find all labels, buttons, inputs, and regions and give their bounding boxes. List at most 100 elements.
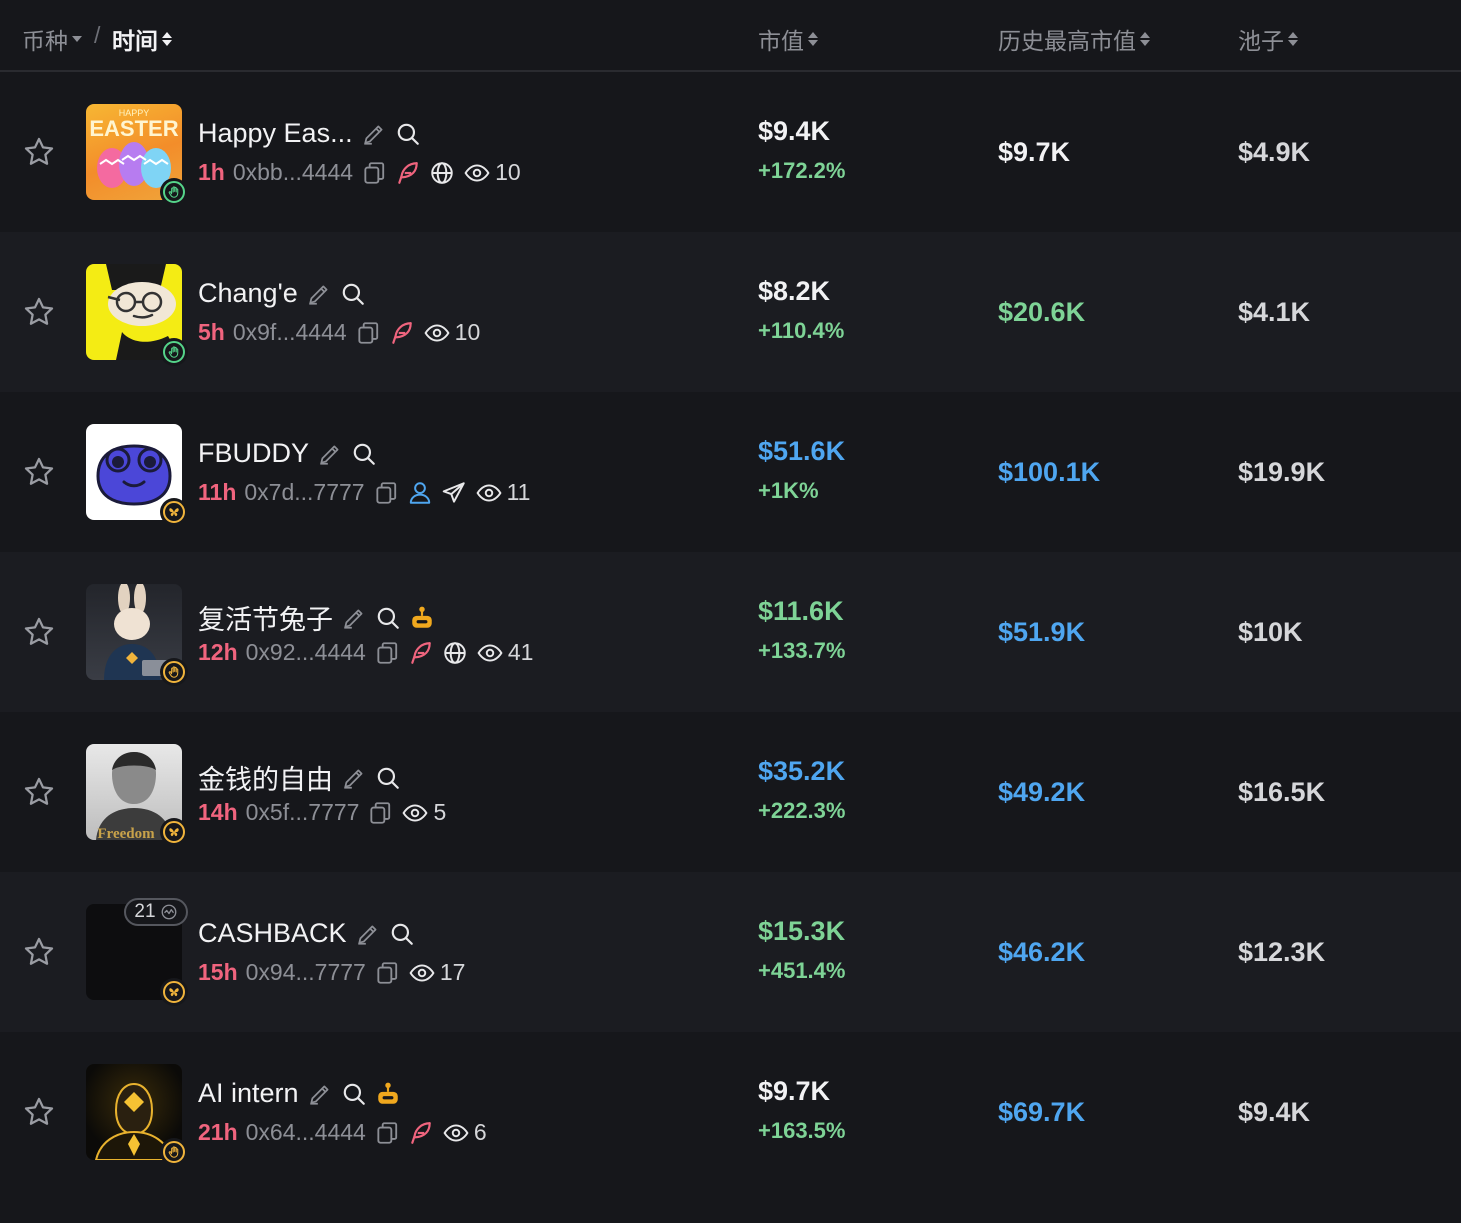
token-address: 0xbb...4444	[232, 159, 354, 185]
star-icon[interactable]	[22, 295, 56, 329]
pool-value: $4.1K	[1238, 297, 1311, 327]
pool-value: $4.9K	[1238, 137, 1311, 167]
ath-header-label: 历史最高市值	[998, 28, 1136, 54]
copy-icon[interactable]	[355, 320, 381, 346]
pool-value: $9.4K	[1238, 1097, 1311, 1127]
token-name[interactable]: 金钱的自由	[198, 758, 333, 797]
time-column-header[interactable]: 时间	[112, 22, 172, 56]
ath-column-header[interactable]: 历史最高市值	[998, 22, 1150, 56]
star-icon[interactable]	[22, 455, 56, 489]
pencil-icon[interactable]	[307, 1081, 333, 1107]
eye-icon	[463, 160, 491, 186]
token-name[interactable]: FBUDDY	[198, 438, 309, 469]
copy-icon[interactable]	[374, 960, 400, 986]
ath-value: $46.2K	[998, 937, 1086, 967]
search-icon[interactable]	[351, 441, 377, 467]
token-name[interactable]: Chang'e	[198, 278, 298, 309]
market-cap-change: +451.4%	[758, 958, 846, 983]
views-count: 5	[401, 799, 446, 826]
star-icon[interactable]	[22, 775, 56, 809]
views-value: 10	[454, 319, 481, 345]
copy-icon[interactable]	[367, 800, 393, 826]
avatar-caption: Freedom	[97, 826, 155, 840]
feather-icon[interactable]	[408, 640, 434, 666]
market-cap-header-label: 市值	[758, 28, 804, 54]
robot-icon	[409, 605, 435, 631]
token-age: 5h	[198, 319, 225, 345]
search-icon[interactable]	[375, 605, 401, 631]
table-row[interactable]: Chang'e 5h 0x9f...4444 10 $8.2K +110.4% …	[0, 232, 1461, 392]
pencil-icon[interactable]	[317, 441, 343, 467]
copy-icon[interactable]	[374, 1120, 400, 1146]
token-age: 15h	[198, 959, 238, 985]
butterfly-badge-icon	[160, 818, 188, 846]
globe-icon[interactable]	[429, 160, 455, 186]
pool-value: $10K	[1238, 617, 1303, 647]
search-icon[interactable]	[389, 921, 415, 947]
token-name[interactable]: Happy Eas...	[198, 118, 353, 149]
chevron-down-icon	[72, 36, 82, 42]
token-address: 0x7d...7777	[244, 479, 365, 505]
token-address: 0x94...7777	[245, 959, 366, 985]
market-cap-value: $9.4K	[758, 116, 831, 146]
search-icon[interactable]	[395, 121, 421, 147]
telegram-icon[interactable]	[441, 480, 467, 506]
ath-value: $69.7K	[998, 1097, 1086, 1127]
star-icon[interactable]	[22, 1095, 56, 1129]
token-name[interactable]: 复活节兔子	[198, 598, 333, 637]
eye-icon	[476, 640, 504, 666]
robot-icon	[375, 1081, 401, 1107]
table-row[interactable]: CASHBACK 15h 0x94...7777 17 $15.3K +451.…	[0, 872, 1461, 1032]
globe-icon[interactable]	[442, 640, 468, 666]
star-icon[interactable]	[22, 615, 56, 649]
pencil-icon[interactable]	[341, 605, 367, 631]
table-row[interactable]: Freedom 金钱的自由 14h 0x5f...7777 5 $35.2K +…	[0, 712, 1461, 872]
pencil-icon[interactable]	[361, 121, 387, 147]
search-icon[interactable]	[375, 765, 401, 791]
market-cap-change: +1K%	[758, 478, 819, 503]
pencil-icon[interactable]	[341, 765, 367, 791]
views-value: 41	[507, 639, 534, 665]
feather-icon[interactable]	[408, 1120, 434, 1146]
market-cap-change: +222.3%	[758, 798, 846, 823]
eye-icon	[408, 960, 436, 986]
pencil-icon[interactable]	[355, 921, 381, 947]
table-row[interactable]: FBUDDY 11h 0x7d...7777 11 $51.6K +1K% $1…	[0, 392, 1461, 552]
market-cap-change: +163.5%	[758, 1118, 846, 1143]
search-icon[interactable]	[341, 1081, 367, 1107]
views-count: 10	[463, 159, 521, 186]
user-icon[interactable]	[407, 480, 433, 506]
pool-value: $19.9K	[1238, 457, 1326, 487]
star-icon[interactable]	[22, 935, 56, 969]
market-cap-value: $15.3K	[758, 916, 846, 946]
feather-icon[interactable]	[395, 160, 421, 186]
search-icon[interactable]	[340, 281, 366, 307]
pool-column-header[interactable]: 池子	[1238, 22, 1298, 56]
holders-count: 21	[134, 901, 156, 922]
token-age: 21h	[198, 1119, 238, 1145]
token-name[interactable]: CASHBACK	[198, 918, 347, 949]
table-row[interactable]: AI intern 21h 0x64...4444 6 $9.7K +163.5…	[0, 1032, 1461, 1192]
market-cap-value: $11.6K	[758, 596, 844, 626]
table-row[interactable]: 复活节兔子 12h 0x92...4444 41 $11.6K +133.7% …	[0, 552, 1461, 712]
coin-column-header[interactable]: 币种	[22, 22, 82, 56]
copy-icon[interactable]	[373, 480, 399, 506]
table-row[interactable]: HAPPY EASTER Happy Eas... 1h 0xbb...4444…	[0, 72, 1461, 232]
eye-icon	[442, 1120, 470, 1146]
eye-icon	[401, 800, 429, 826]
copy-icon[interactable]	[374, 640, 400, 666]
copy-icon[interactable]	[361, 160, 387, 186]
feather-icon[interactable]	[389, 320, 415, 346]
sort-icon	[808, 32, 818, 46]
token-address: 0x92...4444	[245, 639, 366, 665]
market-cap-column-header[interactable]: 市值	[758, 22, 818, 56]
pencil-icon[interactable]	[306, 281, 332, 307]
token-age: 14h	[198, 799, 238, 825]
pool-value: $12.3K	[1238, 937, 1326, 967]
token-name[interactable]: AI intern	[198, 1078, 299, 1109]
hand-badge-icon	[160, 178, 188, 206]
star-icon[interactable]	[22, 135, 56, 169]
market-cap-value: $51.6K	[758, 436, 846, 466]
views-count: 41	[476, 639, 534, 666]
eye-icon	[475, 480, 503, 506]
